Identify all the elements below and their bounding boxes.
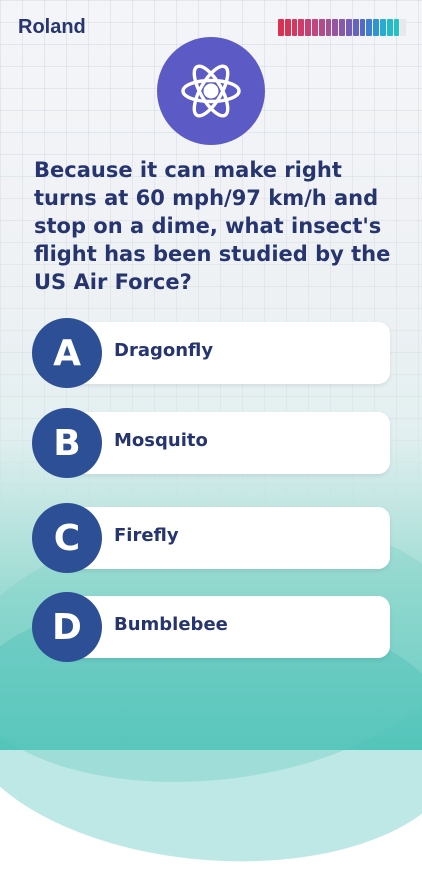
answer-option-background[interactable]: [62, 412, 390, 474]
answer-letter: B: [53, 422, 81, 464]
answer-label: Bumblebee: [114, 614, 228, 635]
answer-label: Firefly: [114, 525, 179, 546]
timer-tick: [291, 19, 298, 36]
answer-d-button[interactable]: D Bumblebee: [32, 592, 390, 662]
answer-a-button[interactable]: A Dragonfly: [32, 318, 390, 388]
answer-option-background[interactable]: [62, 322, 390, 384]
timer-tick: [345, 19, 352, 36]
answer-letter-badge[interactable]: A: [32, 318, 102, 388]
answer-letter: D: [52, 606, 82, 648]
answer-letter-badge[interactable]: B: [32, 408, 102, 478]
answer-c-button[interactable]: C Firefly: [32, 503, 390, 573]
timer-tick: [284, 19, 291, 36]
answer-letter: C: [53, 517, 81, 559]
timer-tick: [332, 19, 339, 36]
timer-tick: [352, 19, 359, 36]
answer-letter-badge[interactable]: D: [32, 592, 102, 662]
answer-label: Dragonfly: [114, 340, 214, 361]
category-badge: [157, 37, 265, 145]
answer-label: Mosquito: [114, 430, 208, 451]
timer-tick: [339, 19, 345, 36]
timer-tick: [318, 19, 325, 36]
timer-tick: [298, 19, 305, 36]
timer-tick: [373, 19, 379, 36]
timer-tick: [366, 19, 373, 36]
question-text: Because it can make right turns at 60 mp…: [34, 158, 391, 294]
timer-tick: [325, 19, 332, 36]
player-name: Roland: [18, 16, 86, 38]
atom-icon: [181, 64, 241, 118]
timer-tick: [311, 19, 318, 36]
timer-tick: [386, 19, 393, 36]
timer-tick: [305, 19, 311, 36]
answer-option-background[interactable]: [62, 507, 390, 569]
answer-b-button[interactable]: B Mosquito: [32, 408, 390, 478]
timer-tick: [359, 19, 366, 36]
timer-tick: [400, 19, 407, 36]
timer-tick: [379, 19, 386, 36]
timer-bar: [278, 19, 407, 36]
answer-letter: A: [53, 332, 81, 374]
timer-tick: [278, 19, 284, 36]
answer-letter-badge[interactable]: C: [32, 503, 102, 573]
timer-tick: [393, 19, 400, 36]
